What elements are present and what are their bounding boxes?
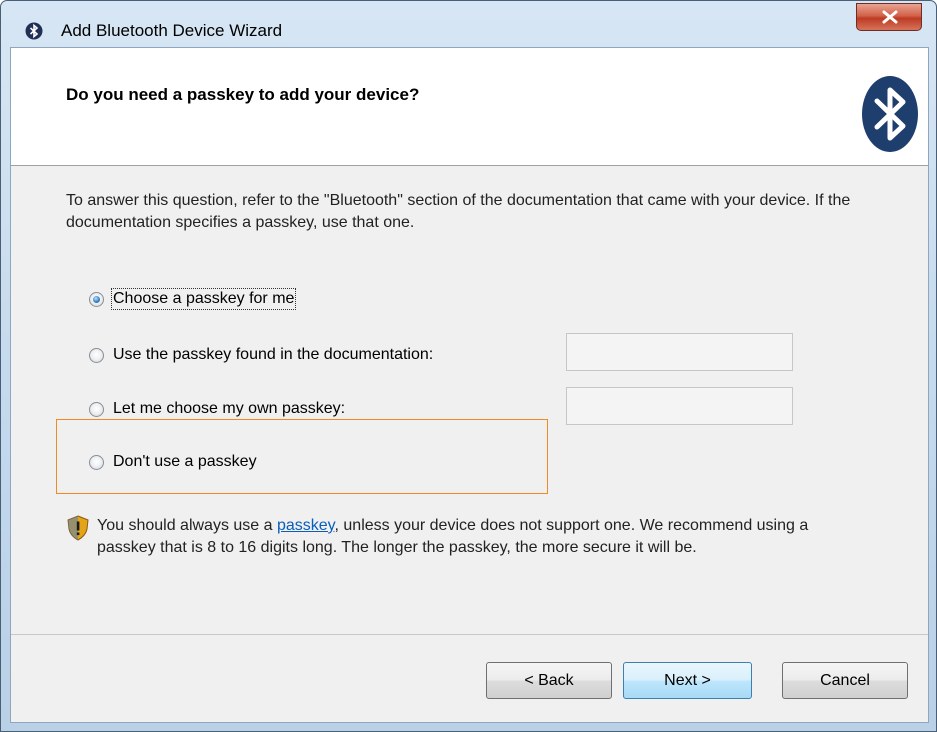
back-button[interactable]: < Back (486, 662, 612, 699)
note-text: You should always use a passkey, unless … (97, 515, 817, 559)
passkey-link[interactable]: passkey (277, 517, 335, 534)
instruction-text: To answer this question, refer to the "B… (66, 192, 851, 231)
bluetooth-logo (862, 76, 918, 152)
option-choose-passkey[interactable]: Choose a passkey for me (89, 288, 297, 310)
note-prefix: You should always use a (97, 517, 277, 534)
documentation-passkey-field[interactable] (566, 333, 793, 371)
radio-button[interactable] (89, 454, 104, 470)
radio-button[interactable] (89, 347, 104, 363)
wizard-header: Do you need a passkey to add your device… (11, 48, 928, 166)
title-bar[interactable]: Add Bluetooth Device Wizard (1, 1, 936, 47)
footer-divider (11, 634, 928, 635)
close-icon (882, 10, 898, 24)
option-label: Let me choose my own passkey: (113, 400, 346, 417)
bluetooth-icon (25, 22, 43, 40)
option-label: Don't use a passkey (113, 453, 257, 470)
next-button[interactable]: Next > (623, 662, 752, 699)
option-use-documentation-passkey[interactable]: Use the passkey found in the documentati… (89, 346, 433, 364)
cancel-button[interactable]: Cancel (782, 662, 908, 699)
option-no-passkey[interactable]: Don't use a passkey (89, 453, 257, 471)
radio-button[interactable] (89, 291, 104, 307)
option-label: Use the passkey found in the documentati… (113, 346, 434, 363)
page-title: Do you need a passkey to add your device… (66, 85, 420, 104)
option-label: Choose a passkey for me (110, 288, 297, 310)
wizard-window: Add Bluetooth Device Wizard Do you need … (0, 0, 937, 732)
close-button[interactable] (856, 3, 922, 31)
shield-warning-icon (67, 515, 89, 541)
option-choose-own-passkey[interactable]: Let me choose my own passkey: (89, 400, 345, 418)
own-passkey-field[interactable] (566, 387, 793, 425)
radio-button[interactable] (89, 401, 104, 417)
wizard-content: Do you need a passkey to add your device… (10, 47, 929, 723)
window-title: Add Bluetooth Device Wizard (61, 21, 283, 40)
